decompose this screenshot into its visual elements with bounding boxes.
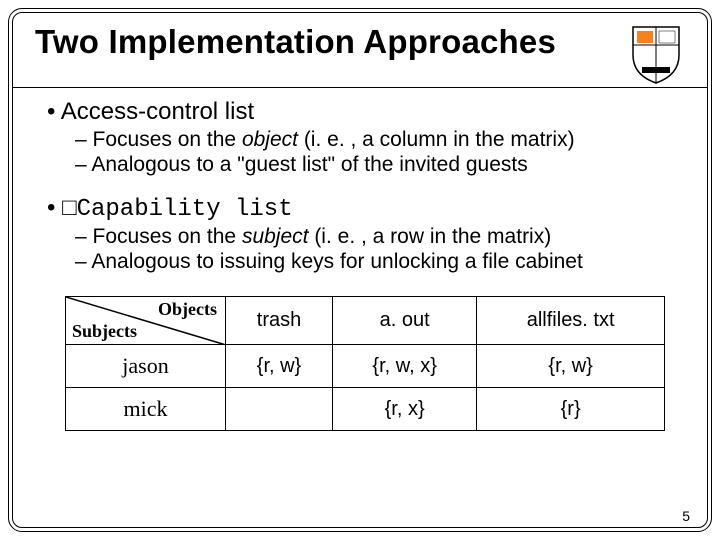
text: (i. e. , a row in the matrix): [308, 225, 551, 248]
table-row: jason {r, w} {r, w, x} {r, w}: [66, 345, 665, 388]
emph-subject: subject: [242, 225, 309, 248]
table-row: mick {r, x} {r}: [66, 388, 665, 431]
page-title: Two Implementation Approaches: [35, 23, 556, 61]
bullet-cap-sub1: Focuses on the subject (i. e. , a row in…: [75, 225, 685, 249]
table-cell: [226, 388, 333, 431]
page-number: 5: [682, 508, 690, 524]
text: (i. e. , a column in the matrix): [298, 128, 575, 151]
text: Focuses on the: [93, 128, 242, 151]
box-glyph-icon: □: [62, 194, 77, 221]
bullet-acl-label: Access-control list: [61, 98, 254, 125]
table-cell: {r, w}: [477, 345, 665, 388]
bullet-cap-sub2: Analogous to issuing keys for unlocking …: [75, 250, 685, 274]
table-corner-cell: Objects Subjects: [66, 297, 226, 345]
col-header: allfiles. txt: [477, 297, 665, 345]
table-cell: {r, x}: [333, 388, 477, 431]
corner-objects-label: Objects: [158, 299, 217, 320]
emph-object: object: [242, 128, 298, 151]
bullet-acl-sub2: Analogous to a "guest list" of the invit…: [75, 153, 685, 177]
header-row: Two Implementation Approaches: [35, 23, 685, 85]
table-header-row: Objects Subjects trash a. out allfiles. …: [66, 297, 665, 345]
table-cell: {r, w, x}: [333, 345, 477, 388]
col-header: a. out: [333, 297, 477, 345]
title-divider: [13, 87, 707, 88]
table-cell: {r, w}: [226, 345, 333, 388]
text: Focuses on the: [93, 225, 242, 248]
bullet-acl: Access-control list: [47, 98, 685, 126]
bullet-capability: □Capability list: [47, 194, 685, 223]
table-cell: {r}: [477, 388, 665, 431]
access-matrix-table: Objects Subjects trash a. out allfiles. …: [65, 296, 665, 431]
slide-content: Two Implementation Approaches Access-con…: [12, 12, 708, 528]
crest-logo-icon: [627, 23, 685, 85]
bullet-capability-label: Capability list: [77, 196, 293, 223]
row-subject: mick: [66, 388, 226, 431]
col-header: trash: [226, 297, 333, 345]
row-subject: jason: [66, 345, 226, 388]
corner-subjects-label: Subjects: [72, 321, 137, 342]
bullet-acl-sub1: Focuses on the object (i. e. , a column …: [75, 128, 685, 152]
bullet-list: Access-control list Focuses on the objec…: [35, 98, 685, 274]
